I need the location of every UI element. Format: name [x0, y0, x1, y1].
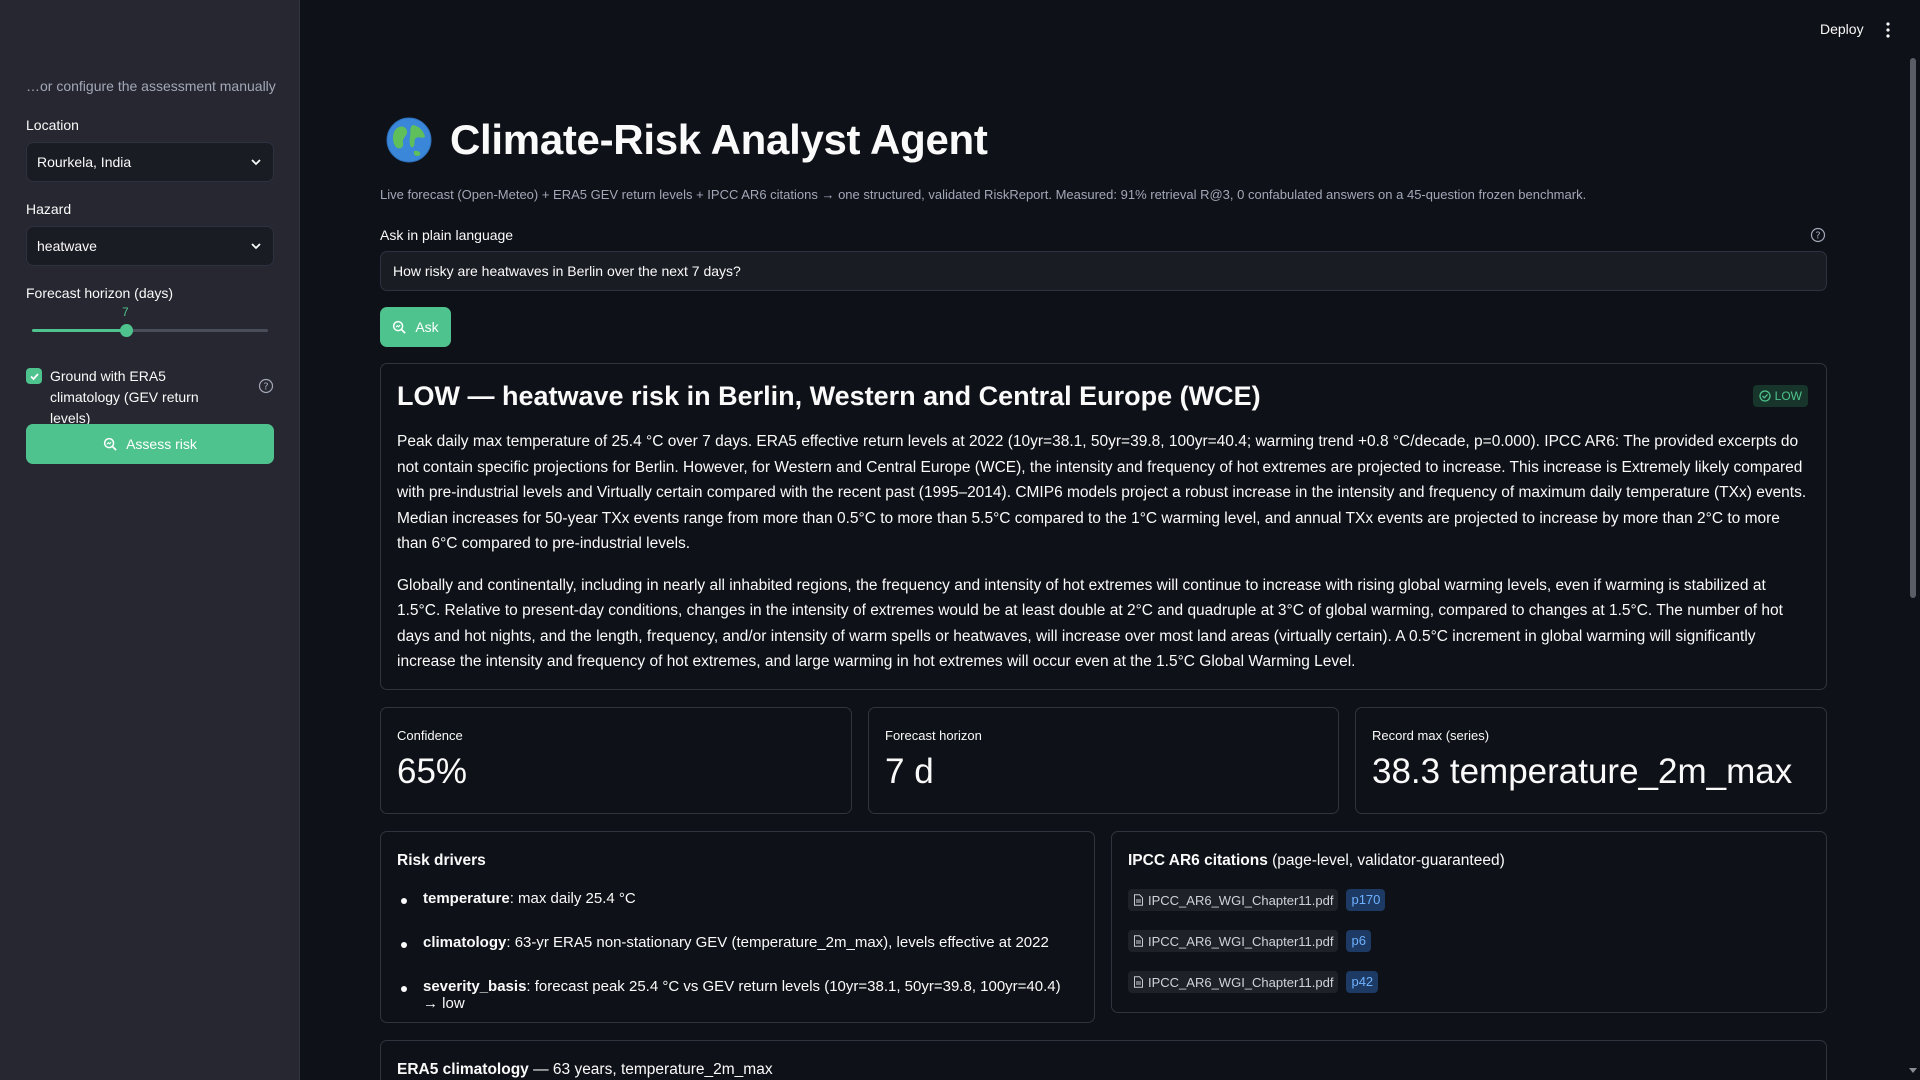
ask-label: Ask in plain language	[380, 227, 514, 243]
assess-risk-button[interactable]: Assess risk	[26, 424, 274, 464]
search-chart-icon	[103, 437, 117, 451]
metric-label: Forecast horizon	[885, 728, 982, 743]
risk-level-badge-label: LOW	[1774, 389, 1802, 403]
assess-risk-label: Assess risk	[126, 436, 197, 452]
svg-text:?: ?	[1815, 231, 1820, 242]
title-row: Climate-Risk Analyst Agent	[386, 116, 988, 164]
help-icon[interactable]: ?	[1810, 227, 1826, 243]
era5-checkbox-label: Ground with ERA5 climatology (GEV return…	[50, 368, 199, 426]
hazard-select[interactable]: heatwave	[26, 226, 274, 266]
horizon-slider-thumb[interactable]	[120, 324, 133, 337]
scroll-down-icon[interactable]	[1907, 1066, 1919, 1076]
metric-value: 7 d	[885, 752, 934, 791]
scrollbar[interactable]	[1910, 58, 1916, 598]
citation-file-name: IPCC_AR6_WGI_Chapter11.pdf	[1148, 974, 1334, 990]
citation-page-badge: p6	[1346, 930, 1371, 952]
svg-text:?: ?	[263, 382, 268, 393]
metric-label: Confidence	[397, 728, 463, 743]
horizon-slider-value: 7	[122, 305, 129, 319]
metric-value: 38.3 temperature_2m_max	[1372, 752, 1793, 791]
citations-card: IPCC AR6 citations (page-level, validato…	[1111, 831, 1827, 1013]
citation-file[interactable]: IPCC_AR6_WGI_Chapter11.pdf	[1128, 971, 1339, 993]
citation-file[interactable]: IPCC_AR6_WGI_Chapter11.pdf	[1128, 930, 1339, 952]
risk-drivers-title: Risk drivers	[397, 852, 486, 869]
metric-value: 65%	[397, 752, 468, 791]
report-paragraph: Globally and continentally, including in…	[397, 576, 1783, 671]
horizon-slider[interactable]	[32, 324, 268, 337]
era5-climatology-title: ERA5 climatology — 63 years, temperature…	[397, 1061, 773, 1078]
globe-icon	[386, 117, 432, 163]
metric-record-max: Record max (series) 38.3 temperature_2m_…	[1355, 707, 1827, 814]
deploy-button[interactable]: Deploy	[1820, 21, 1864, 37]
metric-label: Record max (series)	[1372, 728, 1490, 743]
risk-drivers-card: Risk drivers temperature: max daily 25.4…	[380, 831, 1095, 1023]
metric-confidence: Confidence 65%	[380, 707, 852, 814]
more-menu-icon[interactable]	[1884, 20, 1892, 40]
location-select[interactable]: Rourkela, India	[26, 142, 274, 182]
citation-item: IPCC_AR6_WGI_Chapter11.pdf p170	[1128, 889, 1810, 911]
era5-checkbox-row[interactable]: Ground with ERA5 climatology (GEV return…	[26, 366, 276, 429]
citations-title: IPCC AR6 citations (page-level, validato…	[1128, 852, 1505, 869]
driver-key: severity_basis	[423, 978, 527, 995]
citation-page-badge: p42	[1346, 971, 1379, 993]
metric-forecast-horizon: Forecast horizon 7 d	[868, 707, 1339, 814]
sidebar: …or configure the assessment manually Lo…	[0, 0, 300, 1080]
help-icon[interactable]: ?	[258, 378, 274, 394]
risk-report-card: LOW — heatwave risk in Berlin, Western a…	[380, 363, 1827, 690]
report-title: LOW — heatwave risk in Berlin, Western a…	[397, 380, 1261, 411]
document-icon	[1134, 935, 1143, 947]
location-value: Rourkela, India	[37, 154, 132, 170]
driver-text: : 63-yr ERA5 non-stationary GEV (tempera…	[506, 934, 1049, 951]
bullet	[401, 986, 407, 992]
bullet	[401, 942, 407, 948]
chevron-down-icon	[251, 159, 261, 166]
citation-file-name: IPCC_AR6_WGI_Chapter11.pdf	[1148, 892, 1334, 908]
hazard-value: heatwave	[37, 238, 97, 254]
ask-input[interactable]: How risky are heatwaves in Berlin over t…	[380, 251, 1827, 291]
citation-file-name: IPCC_AR6_WGI_Chapter11.pdf	[1148, 933, 1334, 949]
ask-button-label: Ask	[415, 319, 439, 335]
risk-level-badge: LOW	[1752, 385, 1808, 407]
citation-item: IPCC_AR6_WGI_Chapter11.pdf p42	[1128, 971, 1810, 993]
driver-key: temperature	[423, 890, 510, 907]
list-item: temperature: max daily 25.4 °C	[397, 890, 1078, 934]
horizon-label: Forecast horizon (days)	[26, 285, 174, 301]
chevron-down-icon	[251, 243, 261, 250]
check-circle-icon	[1759, 390, 1771, 402]
hazard-label: Hazard	[26, 201, 72, 217]
bullet	[401, 898, 407, 904]
horizon-slider-fill	[32, 329, 126, 332]
driver-key: climatology	[423, 934, 507, 951]
search-chart-icon	[393, 320, 407, 334]
report-paragraph: Peak daily max temperature of 25.4 °C ov…	[397, 433, 1807, 552]
citation-file[interactable]: IPCC_AR6_WGI_Chapter11.pdf	[1128, 889, 1339, 911]
citation-item: IPCC_AR6_WGI_Chapter11.pdf p6	[1128, 930, 1810, 952]
era5-checkbox[interactable]	[26, 368, 42, 384]
risk-drivers-list: temperature: max daily 25.4 °C climatolo…	[397, 890, 1078, 1022]
era5-climatology-card: ERA5 climatology — 63 years, temperature…	[380, 1040, 1827, 1080]
citation-page-badge: p170	[1346, 889, 1386, 911]
list-item: climatology: 63-yr ERA5 non-stationary G…	[397, 934, 1078, 978]
location-label: Location	[26, 117, 79, 133]
page-subtitle: Live forecast (Open-Meteo) + ERA5 GEV re…	[380, 187, 1587, 202]
driver-text: : max daily 25.4 °C	[509, 890, 636, 907]
ask-button[interactable]: Ask	[380, 307, 451, 347]
sidebar-caption: …or configure the assessment manually	[26, 78, 276, 94]
checkmark-icon	[29, 372, 39, 380]
page-title: Climate-Risk Analyst Agent	[450, 116, 988, 163]
document-icon	[1134, 894, 1143, 906]
document-icon	[1134, 976, 1143, 988]
list-item: severity_basis: forecast peak 25.4 °C vs…	[397, 978, 1078, 1022]
